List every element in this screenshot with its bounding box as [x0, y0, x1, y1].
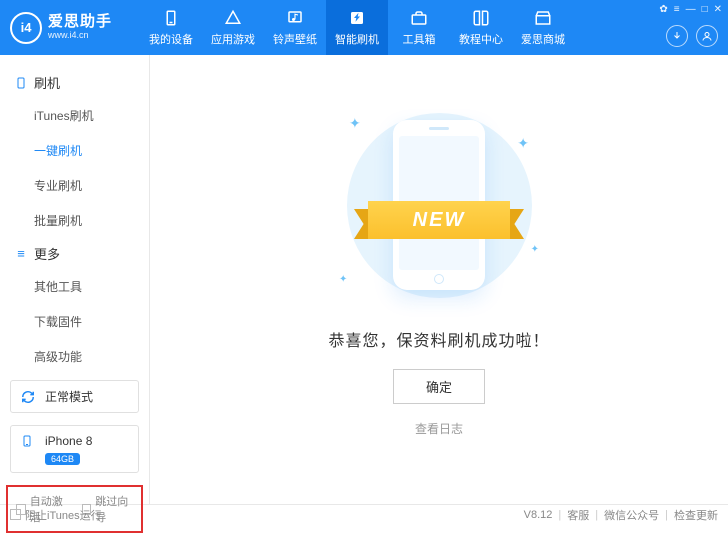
success-message: 恭喜您，保资料刷机成功啦！ [328, 327, 549, 351]
mode-box[interactable]: 正常模式 [10, 380, 139, 413]
toolbox-icon [409, 8, 429, 28]
view-log-link[interactable]: 查看日志 [415, 420, 463, 437]
book-icon [471, 8, 491, 28]
sidebar-item-other-tools[interactable]: 其他工具 [34, 269, 149, 304]
logo-url: www.i4.cn [48, 31, 112, 41]
minimize-icon[interactable]: ― [686, 4, 696, 15]
logo-icon: i4 [10, 12, 42, 44]
device-name: iPhone 8 [45, 434, 92, 448]
nav-ringtones[interactable]: 铃声壁纸 [264, 0, 326, 55]
sidebar-item-download-firmware[interactable]: 下载固件 [34, 304, 149, 339]
device-icon [161, 8, 181, 28]
main-content: ✦ ✦ ✦ ✦ NEW 恭喜您，保资料刷机成功啦！ 确定 查看日志 [150, 55, 728, 504]
music-icon [285, 8, 305, 28]
phone-icon [14, 76, 28, 90]
apps-icon [223, 8, 243, 28]
sidebar-item-itunes-flash[interactable]: iTunes刷机 [34, 98, 149, 133]
sidebar-section-more[interactable]: ≡ 更多 [0, 238, 149, 269]
close-icon[interactable]: ✕ [714, 4, 722, 15]
window-controls: ✿ ≡ ― □ ✕ [659, 4, 722, 15]
nav-store[interactable]: 爱思商城 [512, 0, 574, 55]
menu-icon[interactable]: ≡ [674, 4, 680, 15]
nav-toolbox[interactable]: 工具箱 [388, 0, 450, 55]
nav-my-device[interactable]: 我的设备 [140, 0, 202, 55]
logo-area: i4 爱思助手 www.i4.cn [10, 12, 140, 44]
flash-icon [347, 8, 367, 28]
update-link[interactable]: 检查更新 [674, 507, 718, 523]
mode-label: 正常模式 [45, 388, 93, 405]
store-icon [533, 8, 553, 28]
device-box[interactable]: iPhone 8 64GB [10, 425, 139, 473]
storage-badge: 64GB [45, 453, 80, 465]
version-label: V8.12 [524, 509, 553, 521]
sidebar: 刷机 iTunes刷机 一键刷机 专业刷机 批量刷机 ≡ 更多 其他工具 下载固… [0, 55, 150, 504]
success-illustration: ✦ ✦ ✦ ✦ NEW [309, 105, 569, 305]
logo-title: 爱思助手 [48, 14, 112, 31]
skin-icon[interactable]: ✿ [659, 4, 667, 15]
confirm-button[interactable]: 确定 [393, 369, 485, 404]
more-icon: ≡ [14, 246, 28, 261]
app-header: i4 爱思助手 www.i4.cn 我的设备 应用游戏 铃声壁纸 智能刷机 工具… [0, 0, 728, 55]
sidebar-item-batch-flash[interactable]: 批量刷机 [34, 203, 149, 238]
nav-apps[interactable]: 应用游戏 [202, 0, 264, 55]
nav-tutorials[interactable]: 教程中心 [450, 0, 512, 55]
download-button[interactable] [666, 25, 688, 47]
sidebar-item-advanced[interactable]: 高级功能 [34, 339, 149, 374]
refresh-icon [21, 390, 39, 404]
sidebar-item-onekey-flash[interactable]: 一键刷机 [34, 133, 149, 168]
sidebar-item-pro-flash[interactable]: 专业刷机 [34, 168, 149, 203]
wechat-link[interactable]: 微信公众号 [604, 507, 659, 523]
support-link[interactable]: 客服 [567, 507, 589, 523]
new-ribbon: NEW [354, 197, 524, 243]
nav-flash[interactable]: 智能刷机 [326, 0, 388, 55]
maximize-icon[interactable]: □ [702, 4, 708, 15]
sidebar-section-flash[interactable]: 刷机 [0, 67, 149, 98]
main-nav: 我的设备 应用游戏 铃声壁纸 智能刷机 工具箱 教程中心 爱思商城 [140, 0, 574, 55]
phone-icon [21, 433, 39, 449]
block-itunes-checkbox[interactable]: 阻止iTunes运行 [10, 507, 102, 523]
user-button[interactable] [696, 25, 718, 47]
